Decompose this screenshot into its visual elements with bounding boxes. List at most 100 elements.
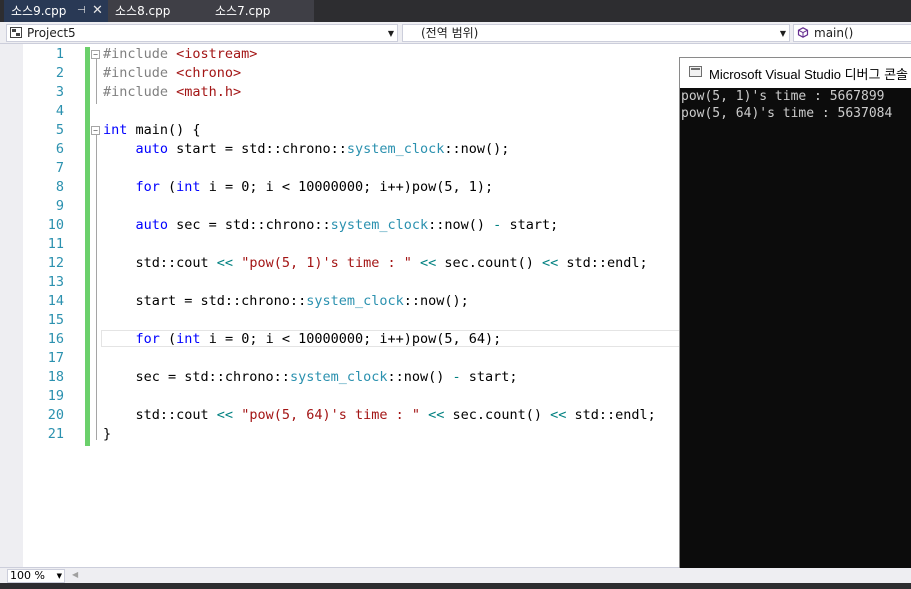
- project-dropdown[interactable]: Project5 ▼: [6, 24, 398, 42]
- project-icon: [10, 27, 22, 38]
- tab-source8[interactable]: 소스8.cpp: [108, 0, 208, 22]
- collapse-icon[interactable]: −: [91, 126, 100, 135]
- code-token: auto: [135, 217, 169, 233]
- console-line: pow(5, 1)'s time : 5667899: [681, 89, 885, 104]
- editor-status-bar: 100 % ▼ ◀: [0, 567, 911, 583]
- code-token: <iostream>: [176, 46, 258, 62]
- tab-source9[interactable]: 소스9.cpp ⊣ ✕: [4, 0, 108, 22]
- line-number: 20: [47, 407, 64, 423]
- code-line[interactable]: std::cout << "pow(5, 64)'s time : " << s…: [103, 406, 656, 425]
- tab-label: 소스9.cpp: [11, 4, 67, 18]
- line-number: 10: [47, 217, 64, 233]
- code-token: <<: [216, 407, 234, 423]
- code-token: int: [176, 179, 201, 195]
- code-token: system_clock: [330, 217, 429, 233]
- line-number: 15: [47, 312, 64, 328]
- code-token: <chrono>: [176, 65, 242, 81]
- code-token: <<: [541, 255, 559, 271]
- code-token: start;: [501, 217, 559, 233]
- code-line[interactable]: #include <math.h>: [103, 83, 241, 102]
- code-line[interactable]: std::cout << "pow(5, 1)'s time : " << se…: [103, 254, 648, 273]
- line-number: 19: [47, 388, 64, 404]
- line-number: 5: [55, 122, 64, 138]
- navigation-bar: Project5 ▼ (전역 범위) ▼ main(): [0, 22, 911, 44]
- line-number: 6: [55, 141, 64, 157]
- outline-guide: [96, 135, 97, 440]
- code-token: for: [135, 179, 160, 195]
- line-number: 2: [55, 65, 64, 81]
- line-number: 18: [47, 369, 64, 385]
- console-output[interactable]: pow(5, 1)'s time : 5667899 pow(5, 64)'s …: [680, 88, 911, 568]
- pin-icon[interactable]: ⊣: [77, 0, 86, 22]
- scope-name: (전역 범위): [421, 26, 479, 40]
- code-token: (: [159, 179, 177, 195]
- code-line[interactable]: auto start = std::chrono::system_clock::…: [103, 140, 510, 159]
- code-line[interactable]: for (int i = 0; i < 10000000; i++)pow(5,…: [103, 178, 494, 197]
- code-token: sec = std::chrono::: [103, 369, 290, 385]
- close-icon[interactable]: ✕: [92, 0, 103, 22]
- code-token: std::cout: [103, 255, 217, 271]
- code-token: system_clock: [346, 141, 445, 157]
- console-title-bar[interactable]: Microsoft Visual Studio 디버그 콘솔: [680, 58, 911, 88]
- line-number: 17: [47, 350, 64, 366]
- code-token: "pow(5, 1)'s time : ": [241, 255, 412, 271]
- code-line[interactable]: start = std::chrono::system_clock::now()…: [103, 292, 469, 311]
- code-token: int: [103, 122, 128, 138]
- tab-label: 소스8.cpp: [115, 4, 171, 18]
- code-token: <<: [216, 255, 234, 271]
- scope-dropdown[interactable]: (전역 범위) ▼: [402, 24, 790, 42]
- console-title: Microsoft Visual Studio 디버그 콘솔: [709, 67, 909, 82]
- tab-label: 소스7.cpp: [215, 4, 271, 18]
- code-token: ::now();: [444, 141, 510, 157]
- code-token: std::endl;: [566, 407, 656, 423]
- outline-guide: [96, 59, 97, 104]
- code-token: <<: [420, 255, 437, 271]
- code-token: int: [176, 331, 201, 347]
- code-token: sec = std::chrono::: [168, 217, 331, 233]
- collapse-icon[interactable]: −: [91, 50, 100, 59]
- tab-source7[interactable]: 소스7.cpp: [208, 0, 314, 22]
- line-number: 11: [47, 236, 64, 252]
- chevron-down-icon: ▼: [56, 572, 62, 580]
- code-token: "pow(5, 64)'s time : ": [241, 407, 421, 423]
- line-number: 7: [55, 160, 64, 176]
- code-token: std::endl;: [558, 255, 648, 271]
- code-token: -: [452, 369, 461, 385]
- zoom-dropdown[interactable]: 100 % ▼: [7, 569, 65, 583]
- code-line[interactable]: #include <iostream>: [103, 45, 257, 64]
- code-token: i = 0; i < 10000000; i++)pow(5, 1);: [200, 179, 494, 195]
- member-dropdown[interactable]: main(): [793, 24, 911, 42]
- debug-console-window[interactable]: Microsoft Visual Studio 디버그 콘솔 pow(5, 1)…: [679, 57, 911, 568]
- member-name: main(): [814, 26, 854, 40]
- code-token: start;: [460, 369, 518, 385]
- line-number: 8: [55, 179, 64, 195]
- console-line: pow(5, 64)'s time : 5637084: [681, 106, 893, 121]
- code-token: (: [159, 331, 177, 347]
- line-number: 9: [55, 198, 64, 214]
- code-line[interactable]: #include <chrono>: [103, 64, 241, 83]
- code-line[interactable]: sec = std::chrono::system_clock::now() -…: [103, 368, 518, 387]
- code-line[interactable]: auto sec = std::chrono::system_clock::no…: [103, 216, 559, 235]
- code-token: system_clock: [306, 293, 404, 309]
- document-tab-bar: 소스9.cpp ⊣ ✕ 소스8.cpp 소스7.cpp: [0, 0, 911, 22]
- code-line[interactable]: }: [103, 425, 111, 444]
- scroll-left-icon[interactable]: ◀: [72, 570, 78, 579]
- line-number: 4: [55, 103, 64, 119]
- code-line[interactable]: int main() {: [103, 121, 201, 140]
- code-token: <<: [550, 407, 567, 423]
- code-line[interactable]: for (int i = 0; i < 10000000; i++)pow(5,…: [103, 330, 502, 349]
- code-token: start = std::chrono::: [103, 293, 307, 309]
- code-token: }: [103, 426, 112, 442]
- line-number: 13: [47, 274, 64, 290]
- project-name: Project5: [27, 26, 76, 40]
- zoom-level: 100 %: [10, 569, 45, 582]
- line-number: 3: [55, 84, 64, 100]
- chevron-down-icon: ▼: [779, 29, 786, 38]
